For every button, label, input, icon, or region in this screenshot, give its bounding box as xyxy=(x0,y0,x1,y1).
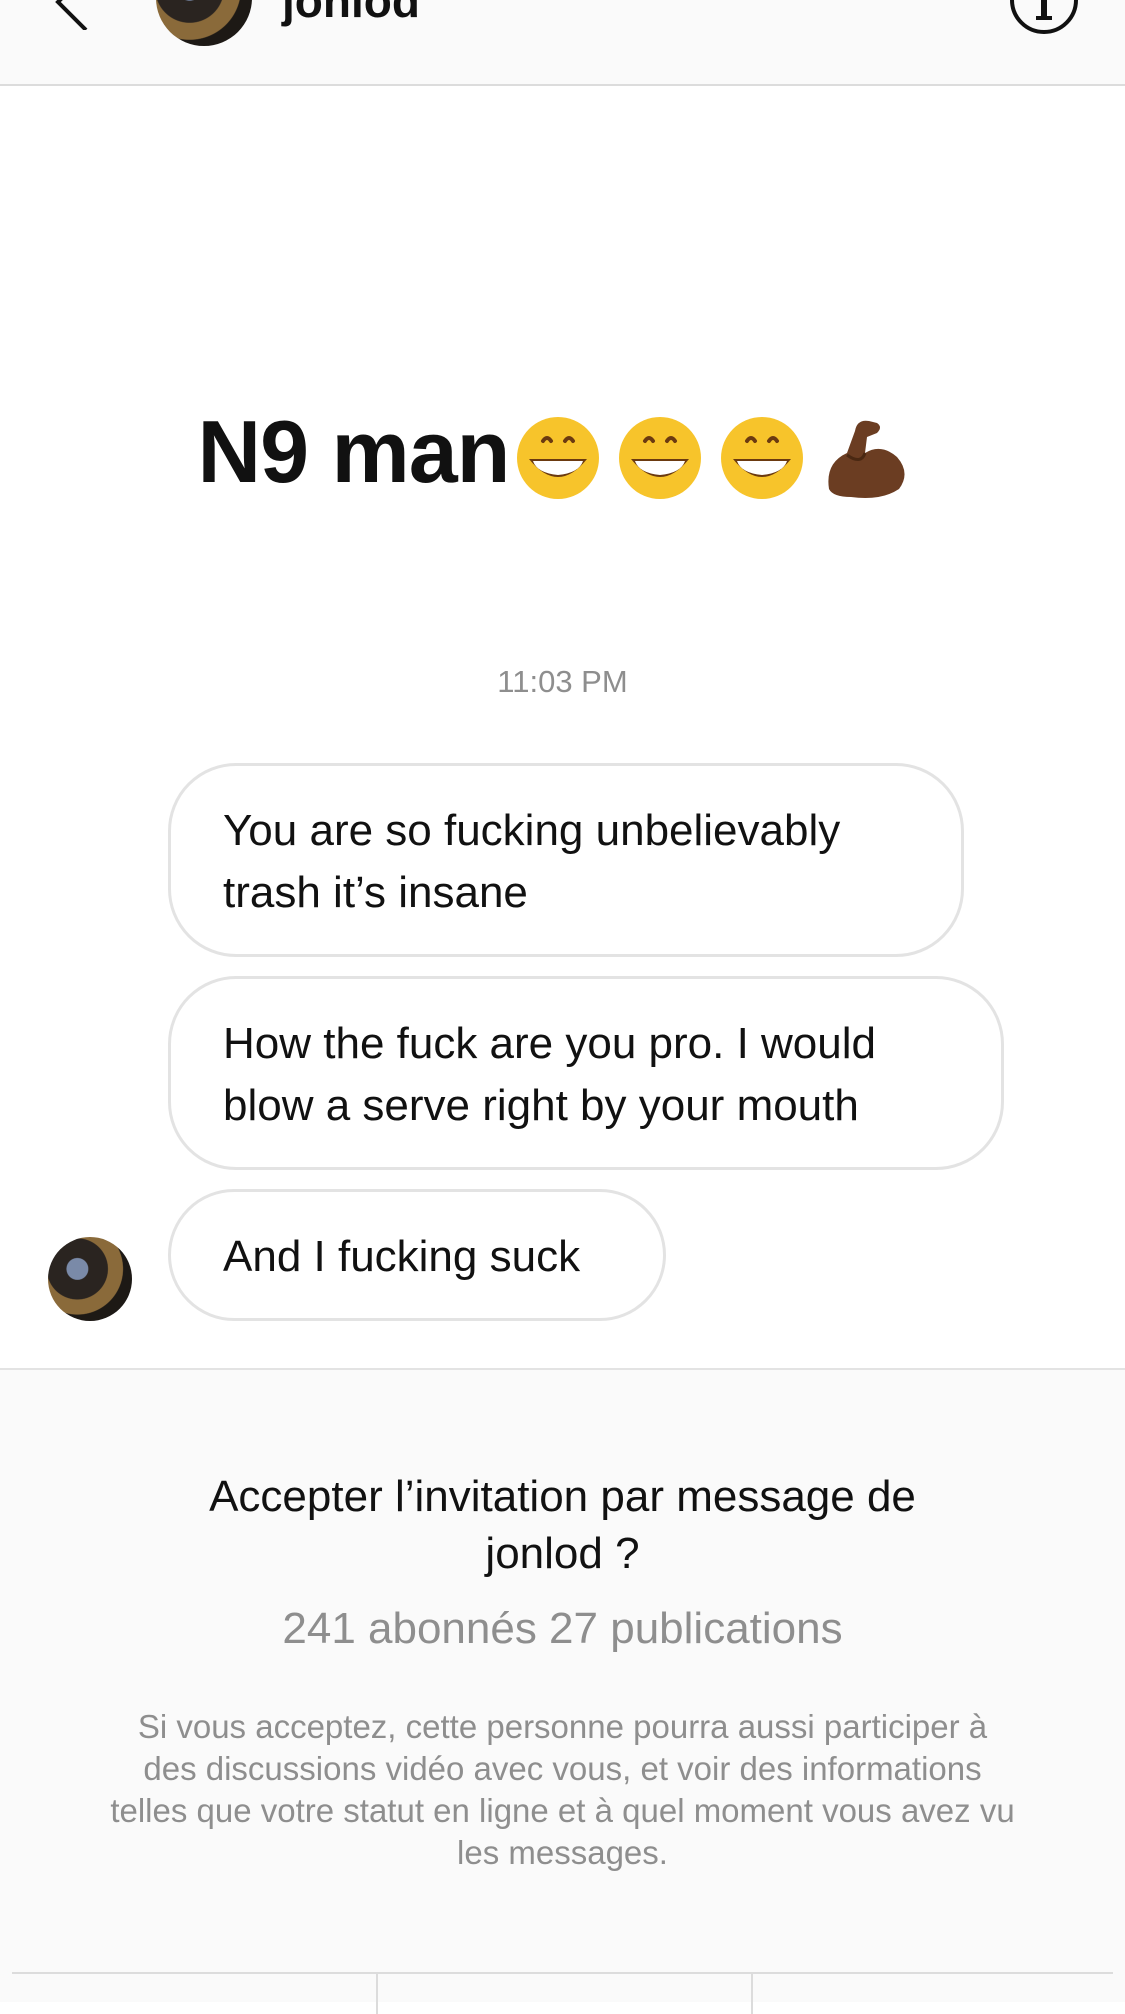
info-button[interactable] xyxy=(1008,0,1080,36)
profile-stats: 241 abonnés 27 publications xyxy=(282,1604,843,1653)
sender-avatar[interactable] xyxy=(48,1237,132,1321)
grinning-face-emoji xyxy=(721,416,804,499)
header-avatar[interactable] xyxy=(156,0,252,46)
back-button[interactable] xyxy=(40,0,100,32)
info-icon xyxy=(1010,0,1078,34)
emoji-group xyxy=(515,401,927,503)
message-request-panel: Accepter l’invitation par message de jon… xyxy=(0,1368,1125,2014)
invite-description: Si vous acceptez, cette personne pourra … xyxy=(110,1708,1015,1871)
grinning-face-emoji xyxy=(619,416,702,499)
message-bubble[interactable]: And I fucking suck xyxy=(168,1189,666,1321)
message-timestamp: 11:03 PM xyxy=(497,664,628,699)
message-bubble[interactable]: How the fuck are you pro. I would blow a… xyxy=(168,976,1004,1170)
chevron-left-icon xyxy=(55,0,88,32)
big-message[interactable]: N9 man xyxy=(0,395,1125,503)
grinning-face-emoji xyxy=(517,416,600,499)
action-divider xyxy=(376,1974,378,2014)
flexed-biceps-emoji xyxy=(828,420,905,498)
message-bubble[interactable]: You are so fucking unbelievably trash it… xyxy=(168,763,964,957)
action-divider xyxy=(751,1974,753,2014)
invite-title: Accepter l’invitation par message de jon… xyxy=(209,1472,916,1578)
big-message-text: N9 man xyxy=(197,401,511,501)
header-username[interactable]: jonlod xyxy=(282,0,420,24)
chat-header: jonlod xyxy=(0,0,1125,86)
action-bar xyxy=(12,1972,1113,2014)
